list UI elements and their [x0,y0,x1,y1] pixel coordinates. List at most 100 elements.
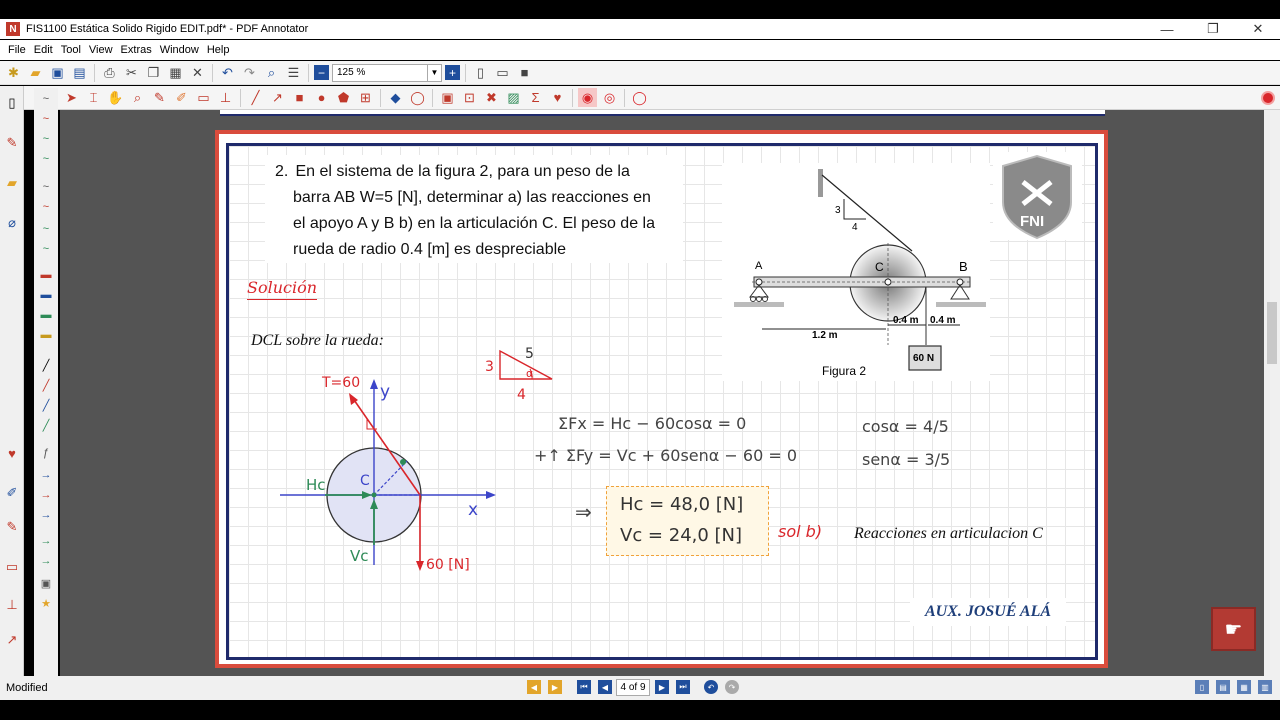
laser-pointer-icon[interactable]: ◉ [578,88,597,107]
text-select-icon[interactable]: ⌶ [84,88,103,107]
attachment-icon[interactable]: ⌀ [3,214,21,232]
arrow-sidebar-icon[interactable]: ↗ [3,631,21,649]
grid-view-icon[interactable]: ▦ [1237,680,1251,694]
previous-page-icon[interactable]: ◀ [598,680,612,694]
pen-preset[interactable]: ▬ [38,328,54,342]
find-icon[interactable]: ⌕ [262,63,281,82]
menu-window[interactable]: Window [156,44,203,56]
pen-preset[interactable]: ▣ [38,576,54,590]
rectangle-icon[interactable]: ■ [290,88,309,107]
pen-preset[interactable]: ƒ [38,446,54,460]
back-folder-icon[interactable]: ◀ [527,680,541,694]
highlighter-sidebar-icon[interactable]: ✐ [3,484,21,502]
restore-button[interactable]: ❐ [1191,19,1235,39]
text-box-sidebar-icon[interactable]: ▭ [3,558,21,576]
crop-icon[interactable]: ⊡ [460,88,479,107]
pen-icon[interactable]: ✎ [150,88,169,107]
pen-preset[interactable]: ~ [38,180,54,194]
fit-width-icon[interactable]: ▭ [493,63,512,82]
zoom-out-icon[interactable]: − [314,65,329,80]
fullscreen-icon[interactable]: ■ [515,63,534,82]
cut-icon[interactable]: ✂ [122,63,141,82]
forward-folder-icon[interactable]: ▶ [548,680,562,694]
pen-preset[interactable]: → [38,468,54,482]
menu-view[interactable]: View [85,44,117,56]
pen-preset[interactable]: ~ [38,132,54,146]
stamp-icon[interactable]: ⊥ [216,88,235,107]
pen-preset[interactable]: → [38,488,54,502]
lasso-icon[interactable]: ◯ [408,88,427,107]
new-icon[interactable]: ✱ [4,63,23,82]
print-icon[interactable]: ⎙ [100,63,119,82]
book-view-icon[interactable]: ▥ [1258,680,1272,694]
close-button[interactable]: ✕ [1236,19,1280,39]
polygon-icon[interactable]: ⬟ [334,88,353,107]
go-forward-icon[interactable]: ↷ [725,680,739,694]
continuous-view-icon[interactable]: ▤ [1216,680,1230,694]
pen-preset[interactable]: ╱ [38,358,54,372]
arrow-line-icon[interactable]: ↗ [268,88,287,107]
camera-icon[interactable]: ▣ [438,88,457,107]
measure-icon[interactable]: ⊞ [356,88,375,107]
spotlight-icon[interactable]: ◯ [630,88,649,107]
sum-icon[interactable]: Σ [526,88,545,107]
clear-icon[interactable]: ✖ [482,88,501,107]
page-thumbnail-icon[interactable]: ▯ [3,94,21,112]
zoom-tool-icon[interactable]: ⌕ [128,88,147,107]
save-icon[interactable]: ▣ [48,63,67,82]
pen-preset[interactable]: ~ [38,92,54,106]
hand-tool-floating-button[interactable]: ☛ [1211,607,1256,651]
zoom-select[interactable]: 125 % ▼ [332,63,442,82]
redo-icon[interactable]: ↷ [240,63,259,82]
stamp-sidebar-icon[interactable]: ⊥ [3,596,21,614]
open-folder-icon[interactable]: ▰ [26,63,45,82]
menu-help[interactable]: Help [203,44,234,56]
single-page-view-icon[interactable]: ▯ [1195,680,1209,694]
scrollbar-thumb[interactable] [1267,302,1277,364]
select-arrow-icon[interactable]: ➤ [62,88,81,107]
menu-edit[interactable]: Edit [30,44,57,56]
go-back-icon[interactable]: ↶ [704,680,718,694]
page-number-field[interactable]: 4 of 9 [616,679,650,696]
pen-preset[interactable]: ╱ [38,418,54,432]
minimize-button[interactable]: — [1145,19,1189,39]
zoom-in-icon[interactable]: + [445,65,460,80]
last-page-icon[interactable]: ⏭ [676,680,690,694]
first-page-icon[interactable]: ⏮ [577,680,591,694]
highlighter-icon[interactable]: ✐ [172,88,191,107]
folder-icon[interactable]: ▰ [3,174,21,192]
laser-indicator-icon[interactable] [1261,91,1275,105]
pen-preset[interactable]: ▬ [38,308,54,322]
pen-preset[interactable]: ~ [38,222,54,236]
pen-preset[interactable]: ╱ [38,378,54,392]
menu-extras[interactable]: Extras [117,44,156,56]
pen-preset[interactable]: ╱ [38,398,54,412]
menu-file[interactable]: File [4,44,30,56]
pen-preset[interactable]: ~ [38,242,54,256]
favorites-heart-icon[interactable]: ♥ [548,88,567,107]
menu-tool[interactable]: Tool [57,44,85,56]
pen-preset[interactable]: → [38,534,54,548]
eraser-icon[interactable]: ◆ [386,88,405,107]
favorites-icon[interactable]: ♥ [3,444,21,462]
fit-page-icon[interactable]: ▯ [471,63,490,82]
next-page-icon[interactable]: ▶ [655,680,669,694]
copy-icon[interactable]: ❐ [144,63,163,82]
delete-icon[interactable]: ✕ [188,63,207,82]
line-icon[interactable]: ╱ [246,88,265,107]
vertical-scrollbar[interactable] [1264,110,1280,676]
insert-image-icon[interactable]: ▨ [504,88,523,107]
pen-tool-icon[interactable]: ✎ [3,134,21,152]
tools-dropdown-icon[interactable]: ☰ [284,63,303,82]
pen-preset[interactable]: ~ [38,152,54,166]
pen-preset[interactable]: ~ [38,200,54,214]
paste-icon[interactable]: ▦ [166,63,185,82]
hand-icon[interactable]: ✋ [106,88,125,107]
pen-preset[interactable]: → [38,508,54,522]
star-icon[interactable]: ★ [38,596,54,610]
ellipse-icon[interactable]: ● [312,88,331,107]
pen-preset[interactable]: → [38,554,54,568]
marker-icon[interactable]: ✎ [3,518,21,536]
save-as-icon[interactable]: ▤ [70,63,89,82]
record-icon[interactable]: ◎ [600,88,619,107]
